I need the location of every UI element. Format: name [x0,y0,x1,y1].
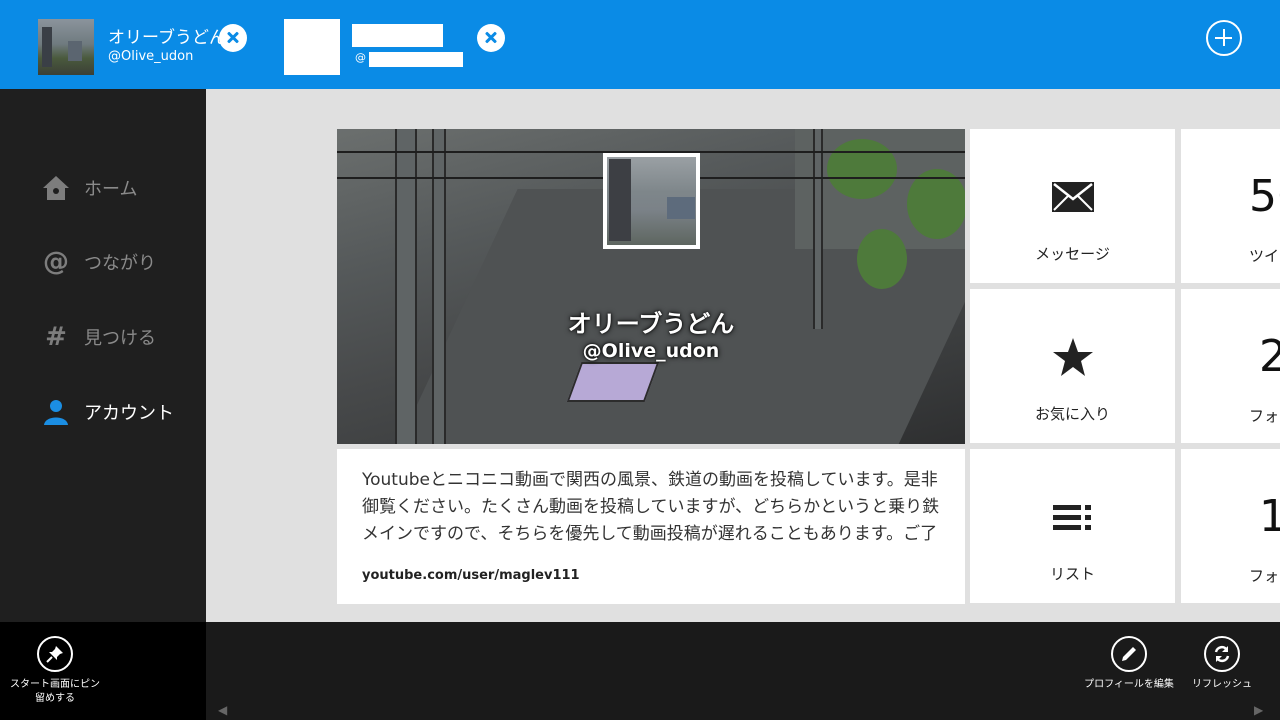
tweets-stat-tile[interactable]: 50 ツイ [1181,129,1280,283]
profile-handle: @Olive_udon [582,340,720,362]
pin-label-line1: スタート画面にピン [10,679,100,690]
header-tree [907,169,965,239]
stat-label: ツイ [1249,247,1280,265]
person-icon [40,397,72,427]
header-tram [566,362,660,402]
stat-value: 1 [1259,491,1280,542]
account-handle: @Olive_udon [108,49,194,64]
sidebar-item-connect[interactable]: @ つながり [40,247,156,277]
pin-label-line2: 留めする [35,693,75,704]
sidebar-item-label: 見つける [84,328,156,349]
avatar-building [667,197,695,219]
pencil-icon [1111,636,1147,672]
star-icon [970,337,1175,377]
account-handle-redacted [369,52,463,67]
scroll-left-arrow[interactable]: ◀ [218,703,227,717]
edit-profile-label: プロフィールを編集 [1084,679,1174,690]
sidebar-item-account[interactable]: アカウント [40,397,174,427]
followers-stat-tile[interactable]: 1 フォロ [1181,449,1280,603]
messages-tile[interactable]: メッセージ [970,129,1175,283]
profile-avatar-photo [607,157,696,245]
sidebar-item-discover[interactable]: # 見つける [40,322,156,352]
account-name[interactable]: オリーブうどん [108,23,226,48]
stat-value: 50 [1249,171,1280,222]
account-handle-prefix: @ [355,51,366,64]
add-account-button[interactable] [1206,20,1242,56]
profile-link[interactable]: youtube.com/user/maglev111 [362,568,580,583]
profile-avatar[interactable] [603,153,700,249]
account-avatar-redacted[interactable] [284,19,340,75]
list-icon [970,497,1175,537]
tile-label: リスト [1049,565,1095,583]
pin-icon [37,636,73,672]
mail-icon [970,177,1175,217]
account-bar: オリーブうどん @Olive_udon @ [0,0,1280,89]
stat-label: フォロ [1249,567,1280,585]
avatar-building [68,41,82,61]
refresh-icon [1204,636,1240,672]
app-bar: スタート画面にピン 留めする プロフィールを編集 リフレッシュ [0,622,1280,720]
avatar-building [609,159,631,241]
account-avatar[interactable] [38,19,94,75]
avatar-building [42,27,52,67]
sidebar-item-home[interactable]: ホーム [40,173,137,203]
sidebar-item-label: つながり [84,253,156,274]
pin-to-start-button[interactable]: スタート画面にピン 留めする [5,636,105,706]
sidebar-item-label: アカウント [84,403,174,424]
favorites-tile[interactable]: お気に入り [970,289,1175,443]
scroll-right-arrow[interactable]: ▶ [1254,703,1263,717]
remove-account-button[interactable] [219,24,247,52]
at-icon: @ [43,247,69,277]
header-pole [813,129,823,329]
tile-label: お気に入り [1034,405,1110,423]
sidebar-item-label: ホーム [84,179,138,200]
profile-bio-card: Youtubeとニコニコ動画で関西の風景、鉄道の動画を投稿しています。是非御覧く… [337,449,965,604]
edit-profile-button[interactable]: プロフィールを編集 [1079,636,1179,692]
profile-bio: Youtubeとニコニコ動画で関西の風景、鉄道の動画を投稿しています。是非御覧く… [362,470,940,544]
refresh-label: リフレッシュ [1192,679,1252,690]
lists-tile[interactable]: リスト [970,449,1175,603]
header-tree [827,139,897,199]
refresh-button[interactable]: リフレッシュ [1172,636,1272,692]
following-stat-tile[interactable]: 2 フォロ [1181,289,1280,443]
remove-account-button[interactable] [477,24,505,52]
hash-icon: # [45,322,67,352]
stat-label: フォロ [1249,407,1280,425]
profile-name: オリーブうどん [567,310,735,338]
stat-value: 2 [1259,331,1280,382]
home-icon [40,173,72,203]
tile-label: メッセージ [1035,245,1110,263]
sidebar: ホーム @ つながり # 見つける アカウント [0,89,206,622]
account-name-redacted[interactable] [352,24,443,47]
header-tree [857,229,907,289]
